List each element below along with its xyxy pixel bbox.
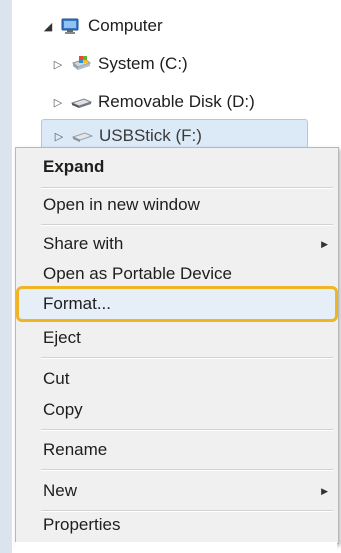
menu-item-label: Rename: [43, 440, 108, 459]
menu-item-format[interactable]: Format...: [16, 289, 338, 319]
expand-arrow-icon[interactable]: ▷: [51, 130, 67, 143]
menu-separator: [41, 357, 333, 359]
menu-item-copy[interactable]: Copy: [16, 395, 338, 425]
menu-item-eject[interactable]: Eject: [16, 323, 338, 353]
menu-item-label: Eject: [43, 328, 81, 347]
menu-item-properties[interactable]: Properties: [16, 510, 338, 540]
taskbar-edge: [15, 542, 337, 553]
computer-icon: [60, 17, 82, 35]
menu-separator: [41, 429, 333, 431]
menu-item-expand[interactable]: Expand: [16, 152, 338, 182]
menu-item-label: Share with: [43, 234, 124, 253]
tree-item-system-drive[interactable]: ▷ System (C:): [50, 48, 188, 80]
menu-item-label: Open as Portable Device: [43, 264, 232, 283]
tree-item-removable-disk[interactable]: ▷ Removable Disk (D:): [50, 86, 255, 118]
submenu-arrow-icon: ▶: [321, 239, 328, 249]
menu-item-rename[interactable]: Rename: [16, 435, 338, 465]
expand-arrow-icon[interactable]: ▷: [50, 96, 66, 109]
menu-item-label: Format...: [43, 294, 112, 313]
system-drive-icon: [70, 55, 92, 73]
tree-item-label: Computer: [88, 16, 163, 35]
menu-item-cut[interactable]: Cut: [16, 364, 338, 394]
context-menu: Expand Open in new window Share with ▶ O…: [15, 147, 339, 544]
tree-item-label: System (C:): [98, 54, 188, 73]
navigation-pane-edge: [0, 0, 12, 553]
tree-item-label: USBStick (F:): [99, 126, 202, 145]
menu-item-label: Expand: [43, 157, 105, 176]
menu-item-new[interactable]: New ▶: [16, 476, 338, 506]
menu-separator: [41, 224, 333, 226]
usb-drive-icon: [71, 127, 94, 145]
menu-item-label: Copy: [43, 400, 83, 419]
tree-item-computer[interactable]: ◢ Computer: [40, 10, 163, 42]
submenu-arrow-icon: ▶: [321, 486, 328, 496]
menu-item-label: Open in new window: [43, 195, 200, 214]
collapse-arrow-icon[interactable]: ◢: [40, 20, 56, 33]
menu-item-share-with[interactable]: Share with ▶: [16, 229, 338, 259]
menu-item-open-as-portable-device[interactable]: Open as Portable Device: [16, 259, 338, 289]
menu-item-label: New: [43, 481, 78, 500]
tree-item-label: Removable Disk (D:): [98, 92, 255, 111]
removable-disk-icon: [70, 93, 93, 111]
menu-item-label: Properties: [43, 515, 121, 534]
menu-item-label: Cut: [43, 369, 70, 388]
expand-arrow-icon[interactable]: ▷: [50, 58, 66, 71]
menu-separator: [41, 469, 333, 471]
menu-item-open-in-new-window[interactable]: Open in new window: [16, 190, 338, 220]
menu-separator: [41, 187, 333, 189]
